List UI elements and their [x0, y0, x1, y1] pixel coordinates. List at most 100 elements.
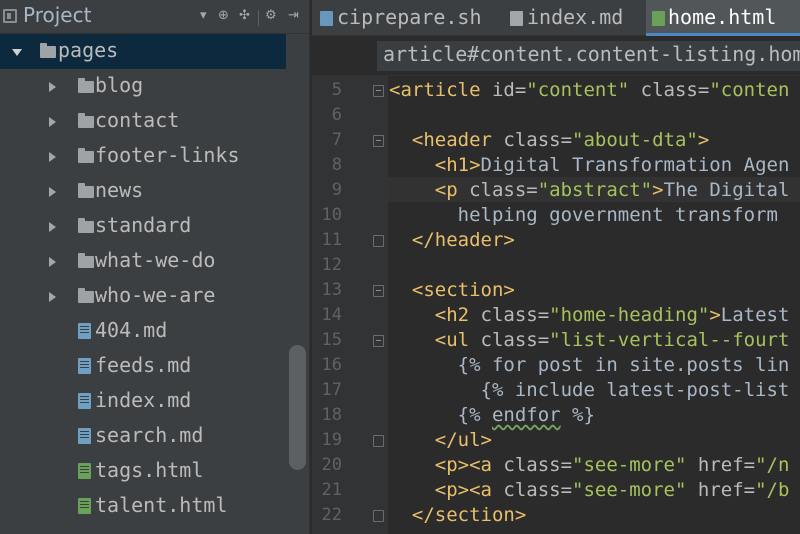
- folder-icon: [78, 218, 94, 233]
- tree-item-label: blog: [95, 73, 144, 97]
- collapse-arrow-icon[interactable]: [49, 257, 56, 267]
- tree-item-label: 404.md: [95, 318, 168, 342]
- code-line: {% endfor %}: [389, 404, 595, 429]
- line-number: 12: [321, 255, 342, 275]
- code-line: </header>: [389, 229, 515, 254]
- line-number: 19: [321, 430, 342, 450]
- tree-item-who-we-are[interactable]: who-we-are: [0, 279, 286, 314]
- expand-arrow-icon[interactable]: [12, 49, 22, 56]
- code-token: <header: [411, 129, 504, 151]
- code-token: >: [652, 179, 664, 201]
- line-number: 22: [321, 505, 342, 525]
- code-token: </ul>: [434, 429, 492, 451]
- tree-item-index-md[interactable]: index.md: [0, 384, 286, 419]
- tree-item-tags-html[interactable]: tags.html: [0, 454, 286, 489]
- settings-gear-icon[interactable]: ⚙: [265, 8, 277, 23]
- tree-item-label: standard: [95, 213, 192, 237]
- code-token: Digital Transformation Agen: [480, 154, 790, 176]
- code-token: "conten: [709, 79, 790, 101]
- line-number: 5: [331, 80, 342, 100]
- code-editor[interactable]: 5 6 7 8 9 10 11 12 13 14 15 16 17 18 19 20 21 22 <article …: [312, 76, 800, 534]
- scroll-from-source-icon[interactable]: ⊕: [218, 8, 229, 23]
- code-token: "abstract": [537, 179, 653, 201]
- line-number: 11: [321, 230, 342, 250]
- collapse-arrow-icon[interactable]: [49, 117, 56, 127]
- tree-item-404-md[interactable]: 404.md: [0, 314, 286, 349]
- tab-home-html[interactable]: home.html: [646, 0, 800, 36]
- terminal-file-icon: [320, 11, 333, 26]
- markdown-file-icon: [78, 393, 91, 409]
- code-line: <p><a class="see-more" href="/n: [389, 454, 790, 479]
- tree-item-news[interactable]: news: [0, 174, 286, 209]
- tree-item-what-we-do[interactable]: what-we-do: [0, 244, 286, 279]
- line-number: 15: [321, 330, 342, 350]
- fold-marker-icon[interactable]: [373, 285, 384, 297]
- project-panel-title[interactable]: Project: [23, 3, 91, 27]
- fold-marker-icon[interactable]: [373, 435, 384, 447]
- line-number: 7: [331, 130, 342, 150]
- code-token: <article: [389, 79, 492, 101]
- code-line: <header class="about-dta">: [389, 129, 709, 154]
- code-line: <h1>Digital Transformation Agen: [389, 154, 790, 179]
- tree-item-contact[interactable]: contact: [0, 104, 286, 139]
- project-panel-header: Project ▾ ⊕ ✣ ⚙ ⇥: [0, 0, 309, 34]
- code-token: The Digital: [663, 179, 790, 201]
- code-token: >: [709, 304, 721, 326]
- code-token: "see-more": [572, 479, 698, 501]
- fold-marker-icon[interactable]: [373, 135, 384, 147]
- tree-item-label: pages: [58, 38, 119, 62]
- line-number: 13: [321, 280, 342, 300]
- view-mode-dropdown-icon[interactable]: ▾: [200, 8, 207, 23]
- project-view-icon[interactable]: [3, 9, 17, 23]
- code-token: <p><a: [434, 454, 504, 476]
- tree-item-talent-html[interactable]: talent.html: [0, 489, 286, 524]
- tree-item-label: index.md: [95, 388, 192, 412]
- collapse-arrow-icon[interactable]: [49, 187, 56, 197]
- code-line: <article id="content" class="conten: [389, 79, 789, 104]
- collapse-arrow-icon[interactable]: [49, 82, 56, 92]
- tab-index-md[interactable]: index.md: [504, 0, 638, 36]
- fold-marker-icon[interactable]: [373, 85, 384, 97]
- tree-item-search-md[interactable]: search.md: [0, 419, 286, 454]
- collapse-arrow-icon[interactable]: [49, 222, 56, 232]
- line-number: 6: [331, 105, 342, 125]
- code-token: "/b: [755, 479, 790, 501]
- folder-icon: [78, 183, 94, 198]
- tree-item-label: who-we-are: [95, 283, 216, 307]
- tab-label: index.md: [527, 5, 624, 29]
- code-line: {% for post in site.posts lin: [389, 354, 790, 379]
- code-token: <p><a: [434, 479, 504, 501]
- project-scrollbar-thumb[interactable]: [289, 345, 306, 470]
- tree-item-footer-links[interactable]: footer-links: [0, 139, 286, 174]
- code-token: class=: [640, 79, 710, 101]
- tree-item-feeds-md[interactable]: feeds.md: [0, 349, 286, 384]
- tab-ciprepare-sh[interactable]: ciprepare.sh: [312, 0, 494, 36]
- tree-item-standard[interactable]: standard: [0, 209, 286, 244]
- project-panel: Project ▾ ⊕ ✣ ⚙ ⇥ pages blog contact foo…: [0, 0, 309, 534]
- breadcrumb[interactable]: article#content.content-listing.hom: [377, 41, 800, 71]
- tab-label: ciprepare.sh: [337, 5, 482, 29]
- fold-marker-icon[interactable]: [373, 335, 384, 347]
- collapse-arrow-icon[interactable]: [49, 152, 56, 162]
- line-number: 17: [321, 380, 342, 400]
- code-token: href=: [697, 479, 756, 501]
- code-token: </section>: [411, 504, 527, 526]
- code-line: </ul>: [389, 429, 492, 454]
- line-number: 10: [321, 205, 342, 225]
- tree-item-blog[interactable]: blog: [0, 69, 286, 104]
- tree-item-pages[interactable]: pages: [0, 34, 286, 69]
- hide-panel-icon[interactable]: ⇥: [288, 8, 299, 23]
- fold-marker-icon[interactable]: [373, 510, 384, 522]
- line-number: 20: [321, 455, 342, 475]
- collapse-arrow-icon[interactable]: [49, 292, 56, 302]
- fold-marker-icon[interactable]: [373, 235, 384, 247]
- code-line: {% include latest-post-list: [389, 379, 790, 404]
- collapse-all-icon[interactable]: ✣: [239, 8, 250, 23]
